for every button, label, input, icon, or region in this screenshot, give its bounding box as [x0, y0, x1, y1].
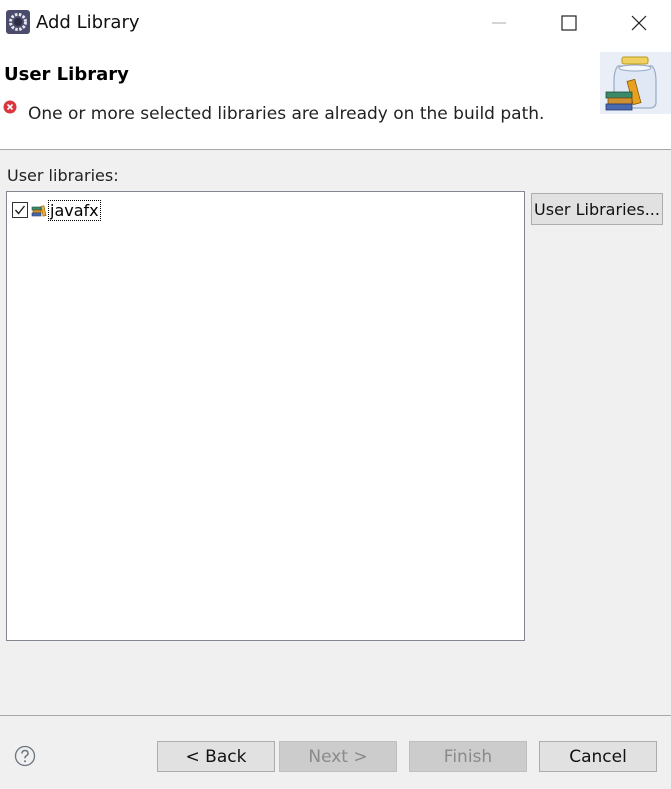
- finish-button[interactable]: Finish: [409, 741, 527, 772]
- minimize-icon: [492, 22, 506, 24]
- error-icon: [3, 100, 17, 114]
- page-title: User Library: [4, 64, 129, 85]
- minimize-button[interactable]: [476, 0, 522, 46]
- user-libraries-button[interactable]: User Libraries...: [531, 193, 663, 225]
- library-icon: [31, 205, 47, 217]
- user-libraries-label: User libraries:: [7, 166, 119, 185]
- wizard-banner: User Library One or more selected librar…: [0, 46, 671, 149]
- status-message: One or more selected libraries are alrea…: [28, 104, 545, 124]
- back-button[interactable]: < Back: [157, 741, 275, 772]
- eclipse-gear-icon: [6, 10, 30, 34]
- close-button[interactable]: [616, 0, 662, 46]
- cancel-button[interactable]: Cancel: [539, 741, 657, 772]
- maximize-button[interactable]: [546, 0, 592, 46]
- title-bar: Add Library: [0, 0, 671, 46]
- library-name: javafx: [48, 199, 101, 221]
- library-jar-books-icon: [600, 52, 671, 114]
- checkmark-icon: [14, 205, 26, 215]
- maximize-icon: [561, 15, 577, 31]
- close-icon: [631, 15, 647, 31]
- footer-separator: [0, 715, 671, 716]
- banner-separator: [0, 149, 671, 150]
- window-title: Add Library: [36, 12, 140, 33]
- user-libraries-list[interactable]: javafx: [6, 191, 525, 641]
- help-icon[interactable]: [14, 745, 36, 767]
- javafx-checkbox[interactable]: [12, 202, 28, 218]
- next-button[interactable]: Next >: [279, 741, 397, 772]
- list-item[interactable]: javafx: [12, 199, 101, 221]
